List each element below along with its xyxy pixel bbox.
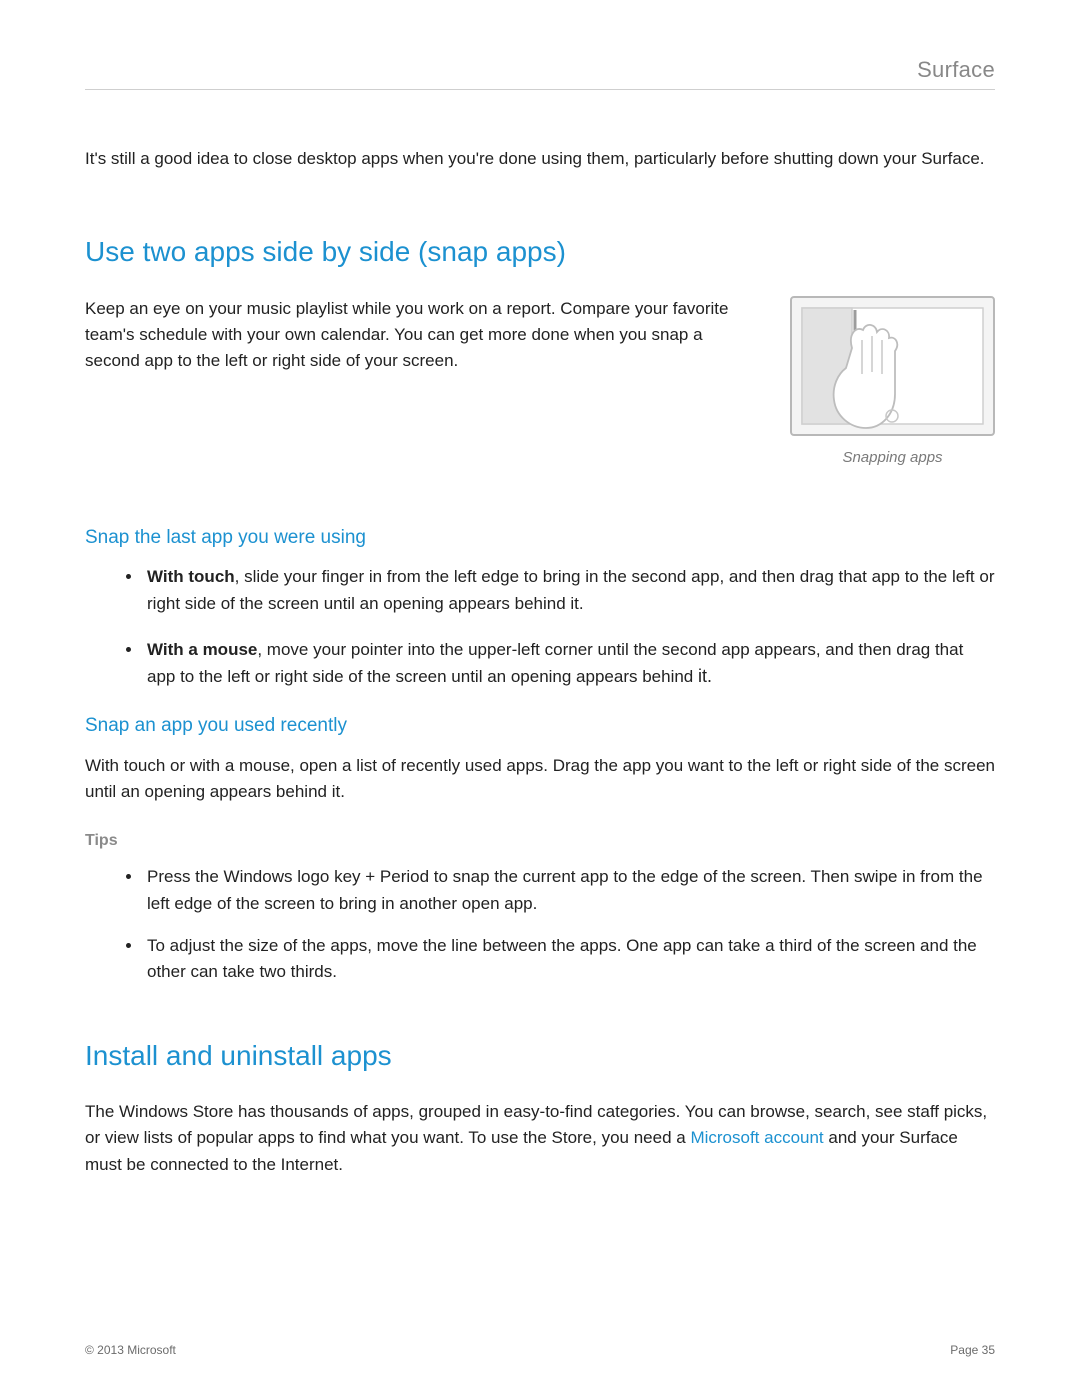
heading-snap-apps: Use two apps side by side (snap apps) bbox=[85, 230, 995, 273]
snap-description: Keep an eye on your music playlist while… bbox=[85, 296, 758, 469]
snap-row: Keep an eye on your music playlist while… bbox=[85, 296, 995, 469]
page-footer: © 2013 Microsoft Page 35 bbox=[85, 1343, 995, 1357]
list-item: To adjust the size of the apps, move the… bbox=[143, 933, 995, 986]
list-text: , move your pointer into the upper-left … bbox=[147, 640, 963, 686]
intro-paragraph: It's still a good idea to close desktop … bbox=[85, 146, 995, 172]
snap-figure: Snapping apps bbox=[790, 296, 995, 469]
tips-label: Tips bbox=[85, 829, 995, 854]
footer-page-number: Page 35 bbox=[950, 1343, 995, 1357]
page-header: Surface bbox=[85, 60, 995, 90]
snap-last-list: With touch, slide your finger in from th… bbox=[85, 564, 995, 691]
document-page: Surface It's still a good idea to close … bbox=[0, 0, 1080, 1397]
page-content: It's still a good idea to close desktop … bbox=[85, 90, 995, 1178]
bold-label: With a mouse bbox=[147, 640, 257, 659]
microsoft-account-link[interactable]: Microsoft account bbox=[690, 1128, 823, 1147]
bold-label: With touch bbox=[147, 567, 235, 586]
heading-snap-recent: Snap an app you used recently bbox=[85, 711, 995, 740]
heading-snap-last: Snap the last app you were using bbox=[85, 523, 995, 552]
list-item: With touch, slide your finger in from th… bbox=[143, 564, 995, 617]
install-paragraph: The Windows Store has thousands of apps,… bbox=[85, 1099, 995, 1178]
list-text-tail: it. bbox=[698, 666, 712, 686]
header-title: Surface bbox=[917, 57, 995, 83]
footer-copyright: © 2013 Microsoft bbox=[85, 1343, 176, 1357]
heading-install: Install and uninstall apps bbox=[85, 1034, 995, 1077]
list-text: , slide your finger in from the left edg… bbox=[147, 567, 994, 612]
list-item: With a mouse, move your pointer into the… bbox=[143, 637, 995, 691]
snap-illustration-icon bbox=[790, 296, 995, 436]
install-section: Install and uninstall apps The Windows S… bbox=[85, 1034, 995, 1178]
figure-caption: Snapping apps bbox=[790, 446, 995, 469]
snap-recent-paragraph: With touch or with a mouse, open a list … bbox=[85, 753, 995, 806]
tips-list: Press the Windows logo key + Period to s… bbox=[85, 864, 995, 985]
list-item: Press the Windows logo key + Period to s… bbox=[143, 864, 995, 917]
